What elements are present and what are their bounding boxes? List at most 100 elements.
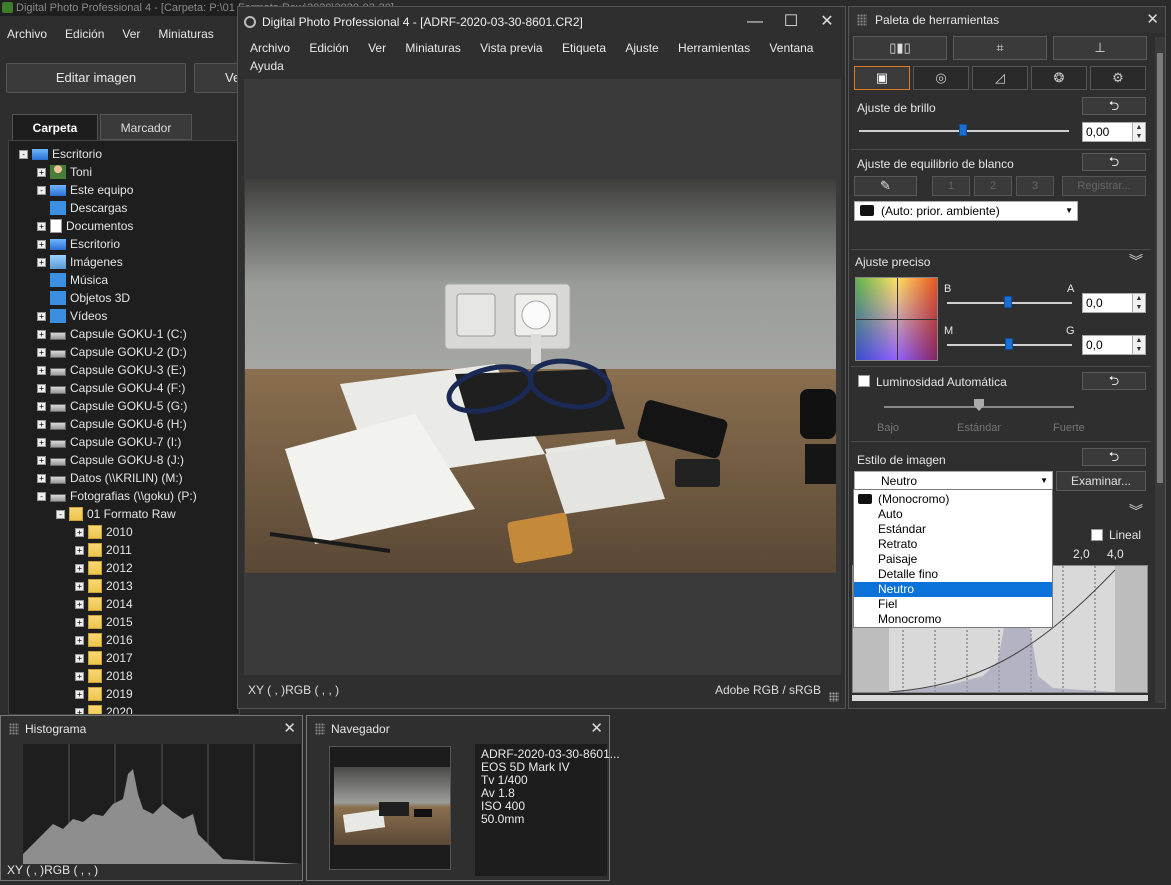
spin-arrows-icon[interactable]: ▲ ▼ (1132, 336, 1145, 354)
menu-edicion[interactable]: Edición (58, 22, 111, 46)
picture-style-option[interactable]: Retrato (854, 537, 1052, 552)
tree-item[interactable]: +2012 (75, 559, 133, 577)
folder-tree[interactable]: - Escritorio + Toni - Este equipo Descargas + Do… (8, 140, 240, 715)
tree-item[interactable]: +2010 (75, 523, 133, 541)
expand-icon[interactable]: + (75, 545, 84, 555)
drag-grip-icon[interactable] (857, 14, 867, 26)
picture-style-option[interactable]: Paisaje (854, 552, 1052, 567)
maximize-icon[interactable]: ☐ (773, 7, 809, 37)
tree-item[interactable]: - Este equipo (37, 181, 133, 199)
fine-ba-input[interactable]: 0,0 ▲ ▼ (1082, 293, 1146, 313)
tree-item[interactable]: + Capsule GOKU-8 (J:) (37, 451, 184, 469)
curve-range-bar[interactable] (852, 695, 1148, 701)
expand-icon[interactable]: + (37, 473, 46, 483)
expand-icon[interactable]: + (37, 419, 46, 429)
menu-herramientas[interactable]: Herramientas (678, 41, 750, 55)
expand-icon[interactable]: + (37, 221, 46, 231)
expand-icon[interactable]: + (37, 329, 46, 339)
tab-color[interactable]: ❂ (1031, 66, 1087, 90)
auto-lum-reset-button[interactable]: ⮌ (1082, 372, 1146, 390)
wb-preset-2-button[interactable]: 2 (974, 176, 1012, 196)
linear-checkbox[interactable] (1091, 529, 1103, 541)
menu-edicion[interactable]: Edición (309, 41, 348, 55)
picture-style-option[interactable]: Fiel (854, 597, 1052, 612)
auto-lum-slider-thumb[interactable] (974, 399, 984, 411)
tree-item[interactable]: +2020 (75, 703, 133, 714)
resize-grip[interactable] (829, 692, 839, 702)
expand-icon[interactable]: + (75, 581, 84, 591)
tree-item[interactable]: +2017 (75, 649, 133, 667)
tree-item[interactable]: + Capsule GOKU-3 (E:) (37, 361, 186, 379)
auto-lum-checkbox[interactable] (858, 375, 870, 387)
navigator-thumbnail[interactable] (334, 767, 450, 845)
expand-icon[interactable]: + (37, 167, 46, 177)
picture-style-option[interactable]: Detalle fino (854, 567, 1052, 582)
tree-item[interactable]: + Capsule GOKU-6 (H:) (37, 415, 187, 433)
spin-arrows-icon[interactable]: ▲ ▼ (1132, 294, 1145, 312)
tree-item[interactable]: + Documentos (37, 217, 133, 235)
expand-icon[interactable]: + (75, 671, 84, 681)
menu-ver[interactable]: Ver (368, 41, 386, 55)
expand-icon[interactable]: + (75, 563, 84, 573)
expand-icon[interactable]: + (37, 383, 46, 393)
expand-icon[interactable]: + (37, 437, 46, 447)
tree-item[interactable]: - Escritorio (19, 145, 102, 163)
spin-arrows-icon[interactable]: ▲ ▼ (1132, 123, 1145, 141)
brightness-reset-button[interactable]: ⮌ (1082, 97, 1146, 115)
tree-item[interactable]: + Imágenes (37, 253, 123, 271)
tab-marcador[interactable]: Marcador (100, 114, 192, 140)
tree-item[interactable]: +2013 (75, 577, 133, 595)
close-icon[interactable]: ✕ (1146, 11, 1159, 29)
wb-select[interactable]: (Auto: prior. ambiente) ▼ (854, 201, 1078, 221)
tab-tone[interactable]: ◿ (972, 66, 1028, 90)
tree-item[interactable]: + Datos (\\KRILIN) (M:) (37, 469, 183, 487)
menu-ventana[interactable]: Ventana (769, 41, 813, 55)
collapse-icon[interactable]: - (19, 149, 28, 159)
menu-ayuda[interactable]: Ayuda (250, 59, 284, 73)
expand-icon[interactable]: + (37, 311, 46, 321)
drag-grip-icon[interactable] (9, 723, 19, 735)
fine-mg-input[interactable]: 0,0 ▲ ▼ (1082, 335, 1146, 355)
menu-archivo[interactable]: Archivo (0, 22, 54, 46)
tool-button-3[interactable]: ⊥ (1053, 36, 1147, 60)
expand-icon[interactable]: + (37, 347, 46, 357)
tree-item[interactable]: +2014 (75, 595, 133, 613)
expand-icon[interactable]: + (37, 365, 46, 375)
wb-preset-3-button[interactable]: 3 (1016, 176, 1054, 196)
menu-ajuste[interactable]: Ajuste (625, 41, 658, 55)
tree-item[interactable]: + Toni (37, 163, 92, 181)
tree-item[interactable]: + Vídeos (37, 307, 107, 325)
picture-style-select[interactable]: Neutro ▼ (854, 471, 1053, 491)
image-canvas[interactable] (244, 79, 841, 675)
tree-item[interactable]: Música (37, 271, 108, 289)
tree-item[interactable]: + Capsule GOKU-1 (C:) (37, 325, 187, 343)
expand-icon[interactable]: + (75, 707, 84, 714)
expand-icon[interactable]: + (75, 527, 84, 537)
wb-eyedropper-button[interactable]: ✎ (854, 176, 917, 196)
close-icon[interactable]: ✕ (809, 7, 845, 37)
tree-item[interactable]: +2018 (75, 667, 133, 685)
tab-carpeta[interactable]: Carpeta (12, 114, 98, 140)
tree-item[interactable]: + Escritorio (37, 235, 120, 253)
expand-icon[interactable]: + (75, 689, 84, 699)
picture-style-option[interactable]: Neutro (854, 582, 1052, 597)
tree-item[interactable]: +2016 (75, 631, 133, 649)
tree-item[interactable]: + Capsule GOKU-2 (D:) (37, 343, 187, 361)
expand-icon[interactable]: + (75, 599, 84, 609)
expand-icon[interactable]: + (37, 455, 46, 465)
photo-preview[interactable] (245, 179, 836, 573)
collapse-icon[interactable]: - (56, 509, 65, 519)
tree-item[interactable]: +2019 (75, 685, 133, 703)
fine-mg-slider-thumb[interactable] (1005, 338, 1013, 350)
tree-item[interactable]: - 01 Formato Raw (56, 505, 176, 523)
expand-icon[interactable]: + (37, 401, 46, 411)
minimize-icon[interactable]: — (737, 7, 773, 37)
menu-archivo[interactable]: Archivo (250, 41, 290, 55)
menu-miniaturas[interactable]: Miniaturas (151, 22, 220, 46)
close-icon[interactable]: ✕ (283, 720, 296, 738)
menu-vista-previa[interactable]: Vista previa (480, 41, 542, 55)
fine-ba-slider-thumb[interactable] (1004, 296, 1012, 308)
tree-item[interactable]: + Capsule GOKU-5 (G:) (37, 397, 187, 415)
picture-style-option[interactable]: Monocromo (854, 612, 1052, 627)
tree-item[interactable]: +2011 (75, 541, 132, 559)
